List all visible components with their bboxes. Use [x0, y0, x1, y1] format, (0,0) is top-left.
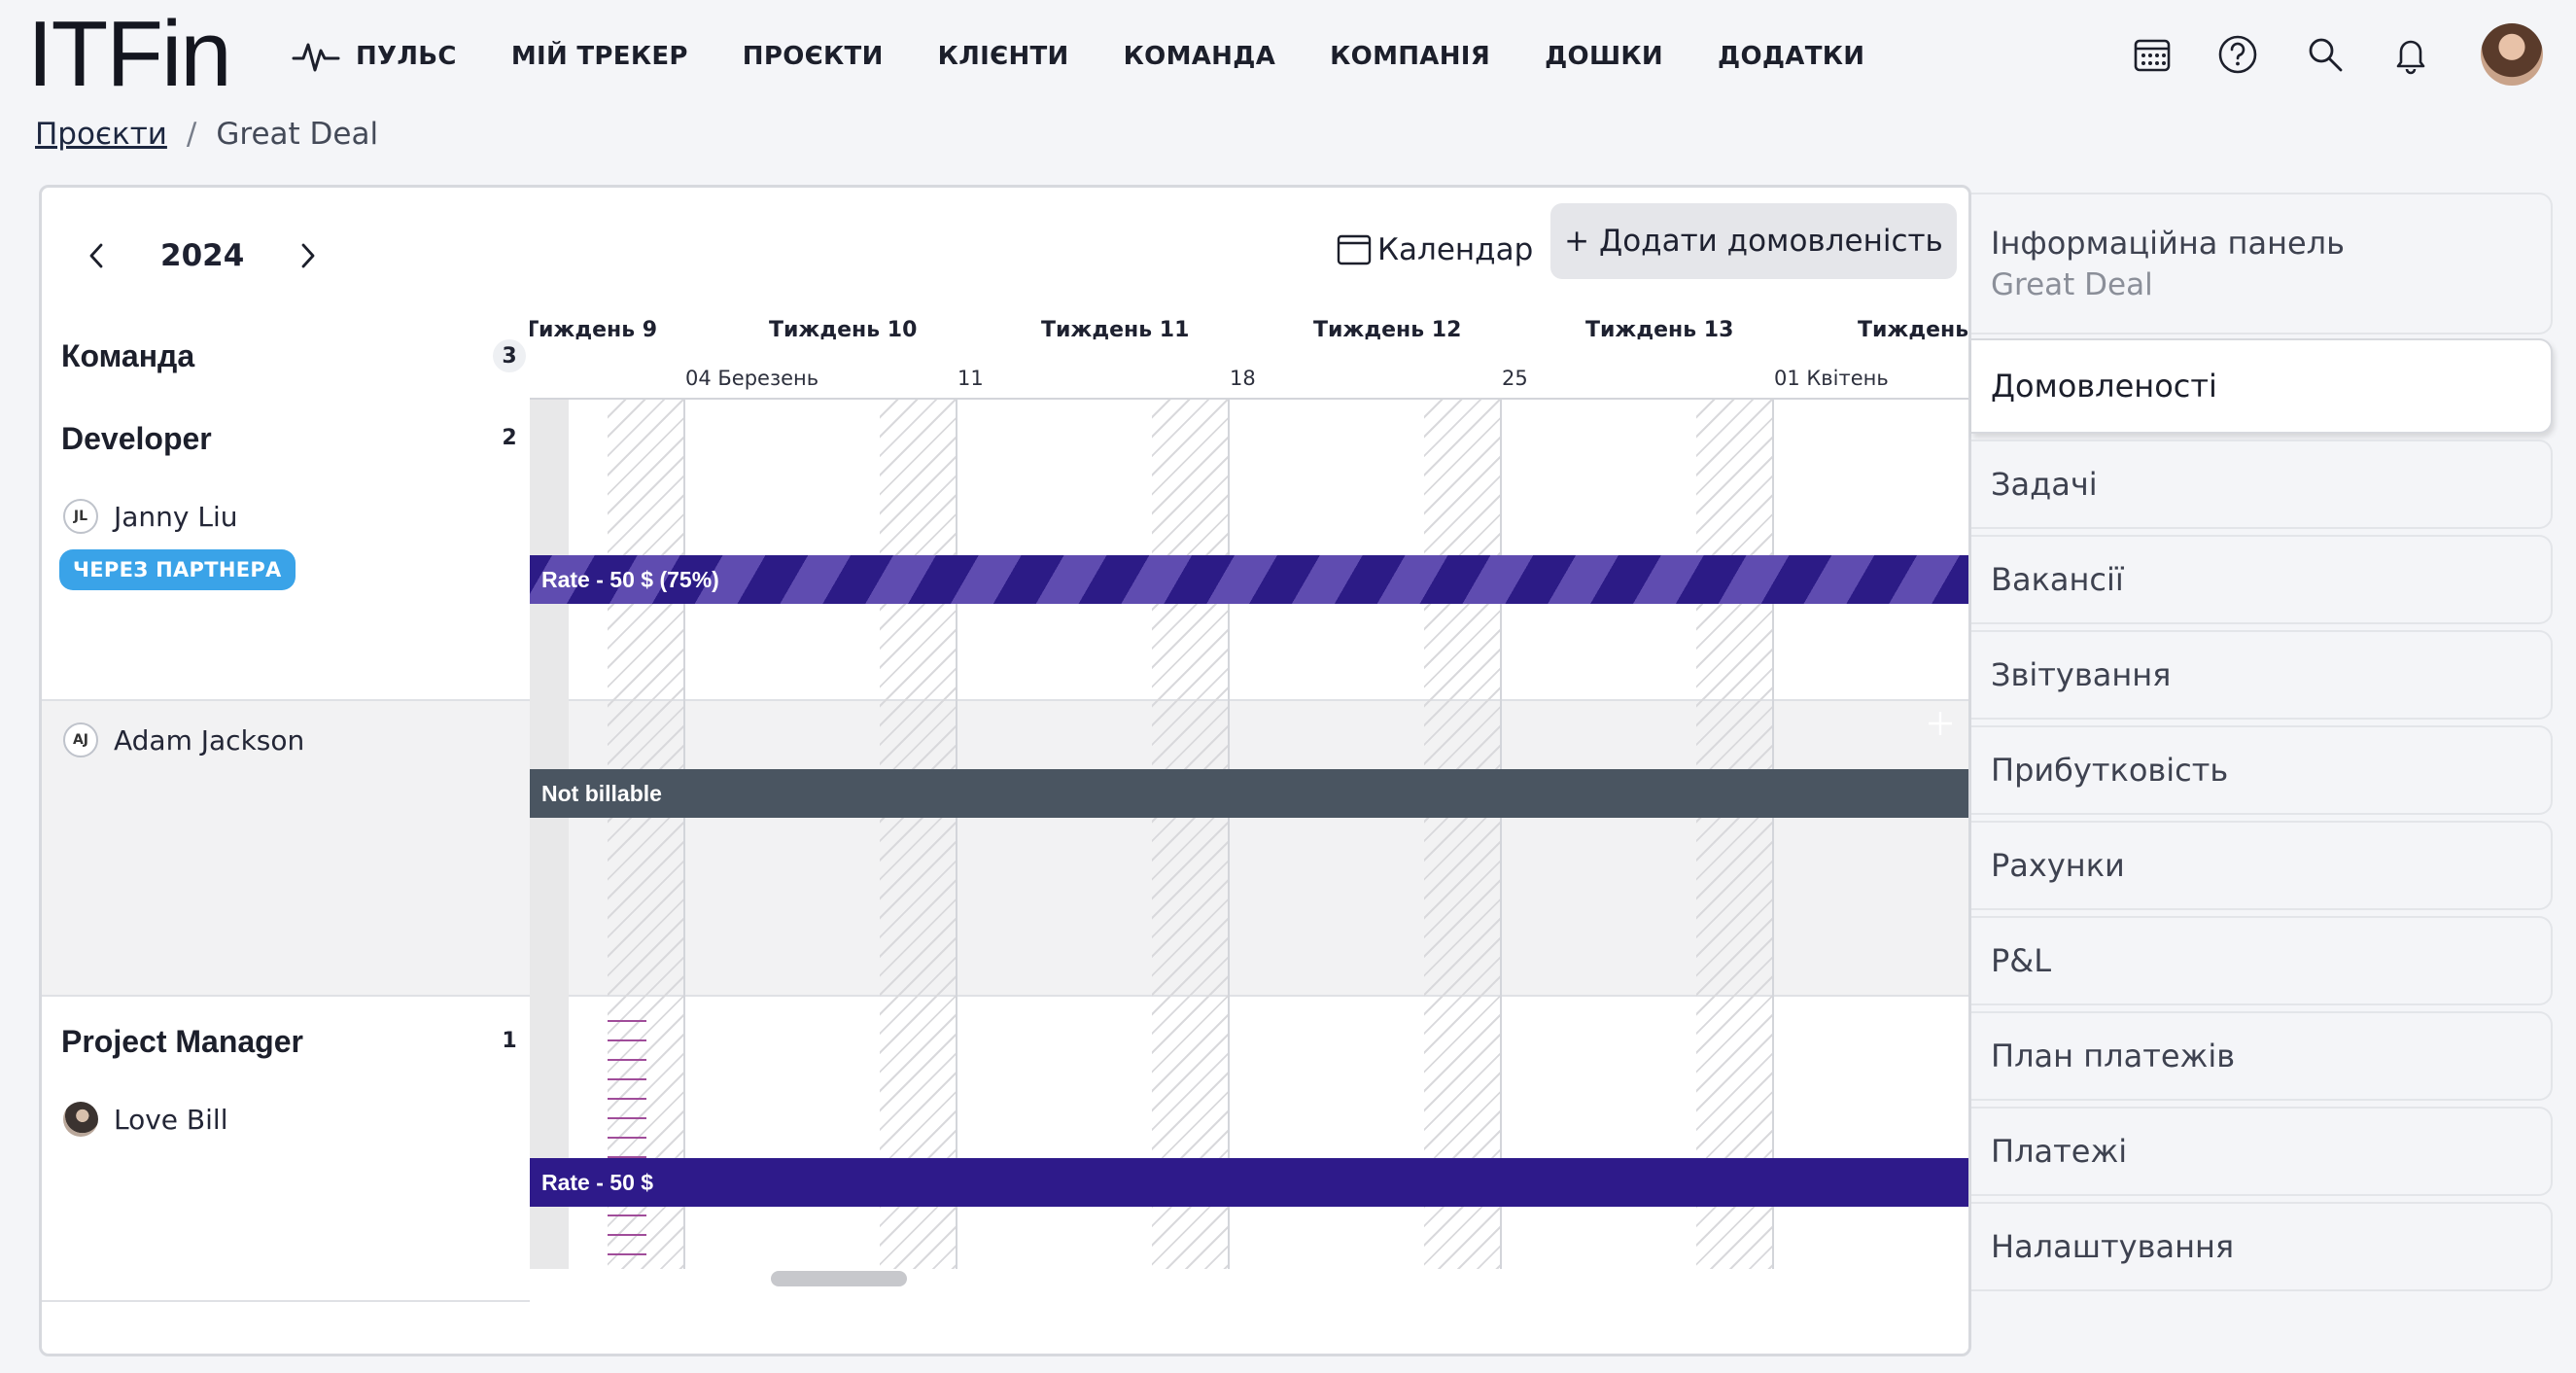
- member-name: Janny Liu: [114, 500, 238, 533]
- side-item-settings[interactable]: Налаштування: [1971, 1202, 2553, 1291]
- week-label: Тиждень 1: [1858, 318, 1969, 342]
- member-initials: JL: [63, 499, 98, 534]
- nav-boards[interactable]: ДОШКИ: [1545, 42, 1663, 71]
- side-item-label: Інформаційна панель: [1991, 225, 2345, 262]
- side-item-invoices[interactable]: Рахунки: [1971, 821, 2553, 910]
- breadcrumb-projects-link[interactable]: Проєкти: [35, 117, 167, 152]
- side-item-pnl[interactable]: P&L: [1971, 916, 2553, 1005]
- team-count-badge: 3: [493, 339, 526, 372]
- nav-projects[interactable]: ПРОЄКТИ: [743, 42, 884, 71]
- week-label: Тиждень 10: [769, 318, 918, 342]
- week-label: Тиждень 12: [1313, 318, 1462, 342]
- side-item-payments[interactable]: Платежі: [1971, 1107, 2553, 1196]
- agreement-bar-adam-jackson[interactable]: Not billable: [530, 769, 1968, 818]
- date-label: 01 Квітень: [1774, 367, 1889, 390]
- group-project-manager-count: 1: [502, 1028, 517, 1053]
- side-item-tasks[interactable]: Задачі: [1971, 440, 2553, 529]
- side-item-payment-plan[interactable]: План платежів: [1971, 1011, 2553, 1101]
- member-initials: AJ: [63, 722, 98, 757]
- agreement-bar-janny-liu[interactable]: Rate - 50 $ (75%): [530, 555, 1968, 604]
- week-label: Тиждень 13: [1585, 318, 1734, 342]
- side-item-subtitle: Great Deal: [1991, 267, 2153, 302]
- breadcrumb-separator: /: [186, 117, 197, 152]
- nav-pulse[interactable]: ПУЛЬС: [292, 37, 457, 76]
- date-label: 25: [1502, 367, 1528, 390]
- side-item-profitability[interactable]: Прибутковість: [1971, 725, 2553, 815]
- timeline-scrollbar[interactable]: [771, 1271, 907, 1286]
- date-label: 11: [957, 367, 984, 390]
- year-switcher: 2024: [81, 227, 324, 285]
- side-item-vacancies[interactable]: Вакансії: [1971, 535, 2553, 624]
- member-love-bill[interactable]: Love Bill: [63, 1102, 227, 1137]
- team-title: Команда: [61, 338, 195, 373]
- breadcrumb: Проєкти / Great Deal: [35, 117, 378, 152]
- member-janny-liu[interactable]: JL Janny Liu: [63, 499, 238, 534]
- timeline: Тиждень 9 Тиждень 10 Тиждень 11 Тиждень …: [530, 188, 1969, 1300]
- past-day-column: [530, 400, 569, 1269]
- member-name: Love Bill: [114, 1103, 228, 1136]
- nav-pulse-label: ПУЛЬС: [356, 42, 457, 71]
- week-label: Тиждень 11: [1041, 318, 1190, 342]
- weekend-hatch: [1424, 400, 1502, 1269]
- user-avatar[interactable]: [2481, 23, 2543, 86]
- group-developer-title: Developer: [61, 421, 212, 456]
- nav-my-tracker[interactable]: МІЙ ТРЕКЕР: [511, 42, 688, 71]
- search-icon[interactable]: [2304, 33, 2347, 76]
- bell-icon[interactable]: [2389, 33, 2432, 76]
- week-label: Тиждень 9: [530, 318, 658, 342]
- side-item-reporting[interactable]: Звітування: [1971, 630, 2553, 720]
- agreements-card: 2024 Календар + Додати домовленість Кома…: [39, 185, 1971, 1356]
- date-label: 18: [1230, 367, 1256, 390]
- member-photo: [63, 1102, 98, 1137]
- chevron-right-icon: [301, 243, 315, 268]
- breadcrumb-current: Great Deal: [216, 117, 379, 152]
- week-gridline: [683, 400, 685, 1269]
- nav-clients[interactable]: КЛІЄНТИ: [938, 42, 1069, 71]
- calendar-icon[interactable]: [2131, 33, 2174, 76]
- chevron-left-icon: [89, 243, 103, 268]
- member-name: Adam Jackson: [114, 723, 305, 757]
- member-adam-jackson[interactable]: AJ Adam Jackson: [63, 722, 304, 757]
- row-divider: [42, 1300, 530, 1302]
- week-gridline: [956, 400, 957, 1269]
- prev-year-button[interactable]: [81, 240, 112, 271]
- weekend-hatch: [1152, 400, 1230, 1269]
- nav-team[interactable]: КОМАНДА: [1124, 42, 1276, 71]
- main-nav: ПУЛЬС МІЙ ТРЕКЕР ПРОЄКТИ КЛІЄНТИ КОМАНДА…: [292, 33, 1919, 80]
- week-gridline: [1500, 400, 1502, 1269]
- group-project-manager-title: Project Manager: [61, 1024, 303, 1059]
- nav-company[interactable]: КОМПАНІЯ: [1330, 42, 1490, 71]
- side-item-dashboard[interactable]: Інформаційна панель Great Deal: [1971, 193, 2553, 334]
- app-logo[interactable]: ITFin: [27, 6, 232, 103]
- week-gridline: [1772, 400, 1774, 1269]
- weekend-hatch: [880, 400, 957, 1269]
- side-item-agreements[interactable]: Домовленості: [1971, 338, 2553, 434]
- partner-badge: ЧЕРЕЗ ПАРТНЕРА: [59, 549, 296, 590]
- week-gridline: [1228, 400, 1230, 1269]
- pm-allocation-marker: [608, 1003, 646, 1267]
- date-label: 04 Березень: [685, 367, 819, 390]
- add-row-plus-icon[interactable]: [1926, 709, 1955, 738]
- pulse-icon: [292, 43, 340, 72]
- year-label: 2024: [160, 238, 245, 273]
- agreement-bar-love-bill[interactable]: Rate - 50 $: [530, 1158, 1968, 1207]
- nav-addons[interactable]: ДОДАТКИ: [1718, 42, 1864, 71]
- weekend-hatch: [1696, 400, 1774, 1269]
- group-developer-count: 2: [502, 425, 517, 450]
- next-year-button[interactable]: [293, 240, 324, 271]
- help-icon[interactable]: [2216, 33, 2259, 76]
